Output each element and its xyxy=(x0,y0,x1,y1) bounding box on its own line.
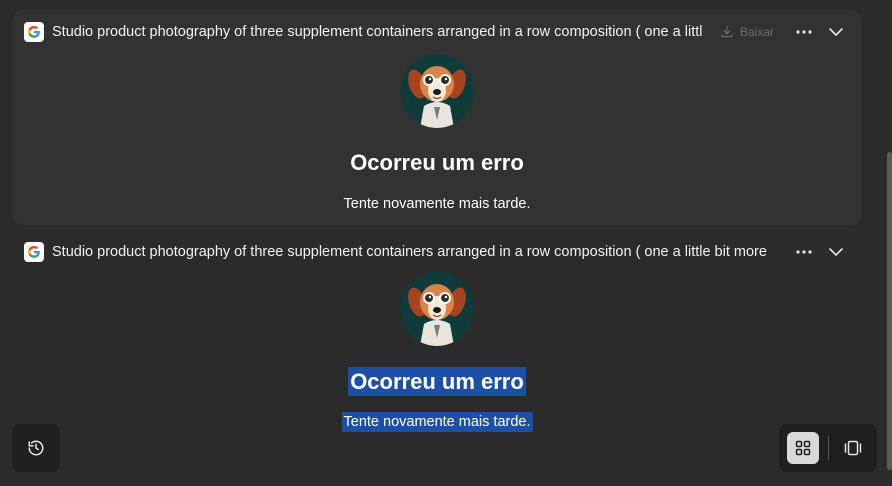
grid-view-icon xyxy=(795,440,811,456)
more-options-button[interactable] xyxy=(790,22,818,42)
error-title: Ocorreu um erro xyxy=(12,150,862,176)
download-label: Baixar xyxy=(740,25,775,39)
google-g-icon xyxy=(24,22,44,42)
expand-button[interactable] xyxy=(822,242,850,262)
error-message-text: Tente novamente mais tarde. xyxy=(343,196,531,212)
error-title-text: Ocorreu um erro xyxy=(350,150,524,175)
view-toggle xyxy=(779,424,877,472)
more-options-button[interactable] xyxy=(790,242,818,262)
card-header: Studio product photography of three supp… xyxy=(24,242,850,262)
download-icon xyxy=(721,26,733,38)
prompt-title: Studio product photography of three supp… xyxy=(52,24,702,40)
generation-card-2: Studio product photography of three supp… xyxy=(12,230,862,432)
chevron-down-icon xyxy=(829,28,843,36)
download-button[interactable]: Baixar xyxy=(720,25,774,39)
single-view-button[interactable] xyxy=(837,432,869,464)
card-header: Studio product photography of three supp… xyxy=(24,22,850,42)
more-horizontal-icon xyxy=(796,250,812,254)
single-view-icon xyxy=(844,440,862,456)
error-title-text: Ocorreu um erro xyxy=(348,367,526,396)
generation-card-1: Studio product photography of three supp… xyxy=(12,10,862,225)
prompt-title: Studio product photography of three supp… xyxy=(52,244,767,260)
expand-button[interactable] xyxy=(822,22,850,42)
scrollbar-thumb[interactable] xyxy=(887,152,892,470)
history-button[interactable] xyxy=(12,424,60,472)
grid-view-button[interactable] xyxy=(787,432,819,464)
error-message: Tente novamente mais tarde. xyxy=(12,196,862,212)
toggle-divider xyxy=(828,436,829,460)
google-g-icon xyxy=(24,242,44,262)
more-horizontal-icon xyxy=(796,30,812,34)
chevron-down-icon xyxy=(829,248,843,256)
error-mascot-avatar xyxy=(400,272,474,346)
history-icon xyxy=(28,440,44,456)
error-title: Ocorreu um erro xyxy=(12,367,862,396)
error-mascot-avatar xyxy=(400,54,474,128)
error-message: Tente novamente mais tarde. xyxy=(12,412,862,432)
error-message-text: Tente novamente mais tarde. xyxy=(341,412,533,432)
